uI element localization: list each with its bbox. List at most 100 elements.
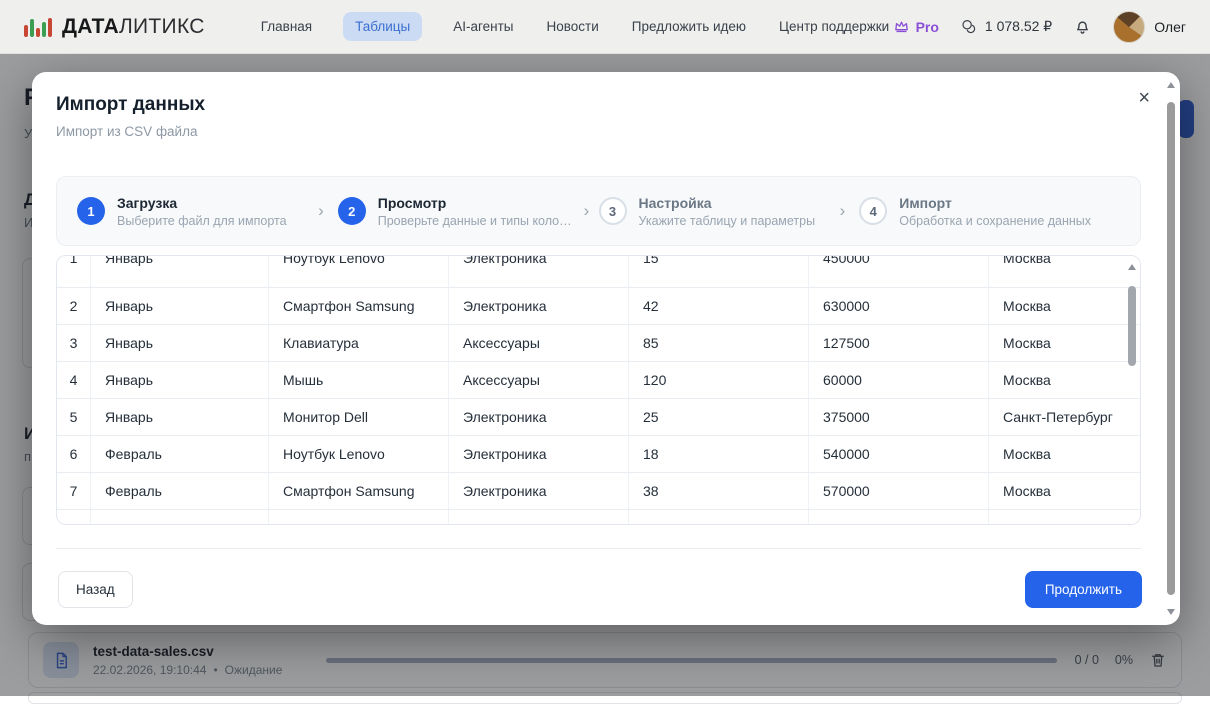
cell-quantity: 120 xyxy=(643,372,666,388)
chevron-right-icon: › xyxy=(840,201,846,221)
table-row: 6 Февраль Ноутбук Lenovo Электроника 18 … xyxy=(57,436,1140,473)
table-row: 3 Январь Клавиатура Аксессуары 85 127500… xyxy=(57,325,1140,362)
coins-icon xyxy=(960,18,978,36)
brand-logo[interactable]: ДАТАЛИТИКС xyxy=(24,15,205,39)
cell-revenue: 630000 xyxy=(823,298,870,314)
cell-month: Февраль xyxy=(105,483,162,499)
table-scrollbar[interactable] xyxy=(1127,262,1137,518)
modal-scrollbar[interactable] xyxy=(1166,80,1176,617)
cell-revenue: 570000 xyxy=(823,483,870,499)
cell-month: Январь xyxy=(105,335,153,351)
row-number: 1 xyxy=(70,256,78,266)
scroll-down-icon[interactable] xyxy=(1167,609,1175,615)
import-stepper: 1 Загрузка Выберите файл для импорта › 2… xyxy=(56,176,1141,246)
cell-revenue: 127500 xyxy=(823,335,870,351)
table-row: 4 Январь Мышь Аксессуары 120 60000 Москв… xyxy=(57,362,1140,399)
top-navbar: ДАТАЛИТИКС Главная Таблицы AI-агенты Нов… xyxy=(0,0,1210,54)
cell-revenue: 450000 xyxy=(823,256,870,266)
cell-month: Февраль xyxy=(105,446,162,462)
cell-quantity: 85 xyxy=(643,335,659,351)
nav-item[interactable]: Главная xyxy=(259,12,314,41)
nav-item[interactable]: AI-агенты xyxy=(451,12,515,41)
table-scrollbar-thumb[interactable] xyxy=(1128,286,1136,366)
cell-product: Монитор Dell xyxy=(283,409,368,425)
table-row-partial xyxy=(57,510,1140,525)
stepper-step[interactable]: 4 Импорт Обработка и сохранение данных › xyxy=(859,195,1120,228)
nav-item[interactable]: Таблицы xyxy=(343,12,422,41)
cell-city: Москва xyxy=(1003,298,1051,314)
row-number: 4 xyxy=(70,372,78,388)
balance[interactable]: 1 078.52 ₽ xyxy=(960,18,1052,36)
nav-item[interactable]: Центр поддержки xyxy=(777,12,891,41)
row-number: 5 xyxy=(70,409,78,425)
stepper-step[interactable]: 1 Загрузка Выберите файл для импорта › xyxy=(77,195,338,228)
stepper-step[interactable]: 3 Настройка Укажите таблицу и параметры … xyxy=(599,195,860,228)
modal-title: Импорт данных xyxy=(56,94,205,116)
continue-button[interactable]: Продолжить xyxy=(1025,571,1142,608)
cell-month: Январь xyxy=(105,298,153,314)
cell-category: Электроника xyxy=(463,256,547,266)
nav-item[interactable]: Предложить идею xyxy=(630,12,748,41)
step-number: 3 xyxy=(599,197,627,225)
cell-revenue: 540000 xyxy=(823,446,870,462)
step-description: Обработка и сохранение данных xyxy=(899,214,1091,228)
bar-chart-logo-icon xyxy=(24,17,52,37)
step-number: 4 xyxy=(859,197,887,225)
cell-month: Январь xyxy=(105,256,153,266)
cell-product: Смартфон Samsung xyxy=(283,298,414,314)
cell-city: Москва xyxy=(1003,372,1051,388)
cell-quantity: 18 xyxy=(643,446,659,462)
modal-subtitle: Импорт из CSV файла xyxy=(56,124,197,139)
main-nav: Главная Таблицы AI-агенты Новости Предло… xyxy=(259,12,892,41)
scroll-up-icon[interactable] xyxy=(1128,264,1136,270)
notifications-button[interactable] xyxy=(1073,17,1092,36)
cell-category: Электроника xyxy=(463,298,547,314)
row-number: 6 xyxy=(70,446,78,462)
pro-badge[interactable]: Pro xyxy=(893,18,939,35)
pro-label: Pro xyxy=(916,19,939,35)
back-button[interactable]: Назад xyxy=(58,571,133,608)
cell-revenue: 60000 xyxy=(823,372,862,388)
cell-product: Клавиатура xyxy=(283,335,359,351)
user-menu[interactable]: Олег xyxy=(1113,11,1186,43)
user-name: Олег xyxy=(1154,19,1186,35)
data-preview-table: 1 Январь Ноутбук Lenovo Электроника 15 4… xyxy=(56,255,1141,525)
table-row: 1 Январь Ноутбук Lenovo Электроника 15 4… xyxy=(57,256,1140,288)
row-number: 3 xyxy=(70,335,78,351)
step-title: Настройка xyxy=(639,195,816,211)
cell-quantity: 38 xyxy=(643,483,659,499)
step-description: Проверьте данные и типы коло… xyxy=(378,214,572,228)
cell-city: Москва xyxy=(1003,335,1051,351)
cell-product: Ноутбук Lenovo xyxy=(283,256,385,266)
cell-product: Ноутбук Lenovo xyxy=(283,446,385,462)
import-data-modal: Импорт данных Импорт из CSV файла × 1 За… xyxy=(32,72,1180,625)
scroll-up-icon[interactable] xyxy=(1167,82,1175,88)
step-title: Загрузка xyxy=(117,195,287,211)
chevron-right-icon: › xyxy=(318,201,324,221)
step-number: 1 xyxy=(77,197,105,225)
navbar-right: Pro 1 078.52 ₽ Олег xyxy=(893,11,1186,43)
step-title: Просмотр xyxy=(378,195,572,211)
cell-revenue: 375000 xyxy=(823,409,870,425)
avatar xyxy=(1113,11,1145,43)
cell-category: Аксессуары xyxy=(463,335,540,351)
cell-city: Санкт-Петербург xyxy=(1003,409,1113,425)
stepper-step[interactable]: 2 Просмотр Проверьте данные и типы коло…… xyxy=(338,195,599,228)
brand-name: ДАТАЛИТИКС xyxy=(62,15,205,39)
cell-quantity: 42 xyxy=(643,298,659,314)
cell-city: Москва xyxy=(1003,483,1051,499)
balance-amount: 1 078.52 ₽ xyxy=(985,18,1052,35)
cell-category: Электроника xyxy=(463,409,547,425)
chevron-right-icon: › xyxy=(584,201,590,221)
close-icon[interactable]: × xyxy=(1138,88,1150,108)
cell-category: Электроника xyxy=(463,446,547,462)
table-row: 2 Январь Смартфон Samsung Электроника 42… xyxy=(57,288,1140,325)
cell-quantity: 25 xyxy=(643,409,659,425)
step-description: Выберите файл для импорта xyxy=(117,214,287,228)
step-description: Укажите таблицу и параметры xyxy=(639,214,816,228)
modal-scrollbar-thumb[interactable] xyxy=(1167,102,1175,595)
table-row: 5 Январь Монитор Dell Электроника 25 375… xyxy=(57,399,1140,436)
footer-divider xyxy=(56,548,1141,549)
step-number: 2 xyxy=(338,197,366,225)
nav-item[interactable]: Новости xyxy=(545,12,601,41)
